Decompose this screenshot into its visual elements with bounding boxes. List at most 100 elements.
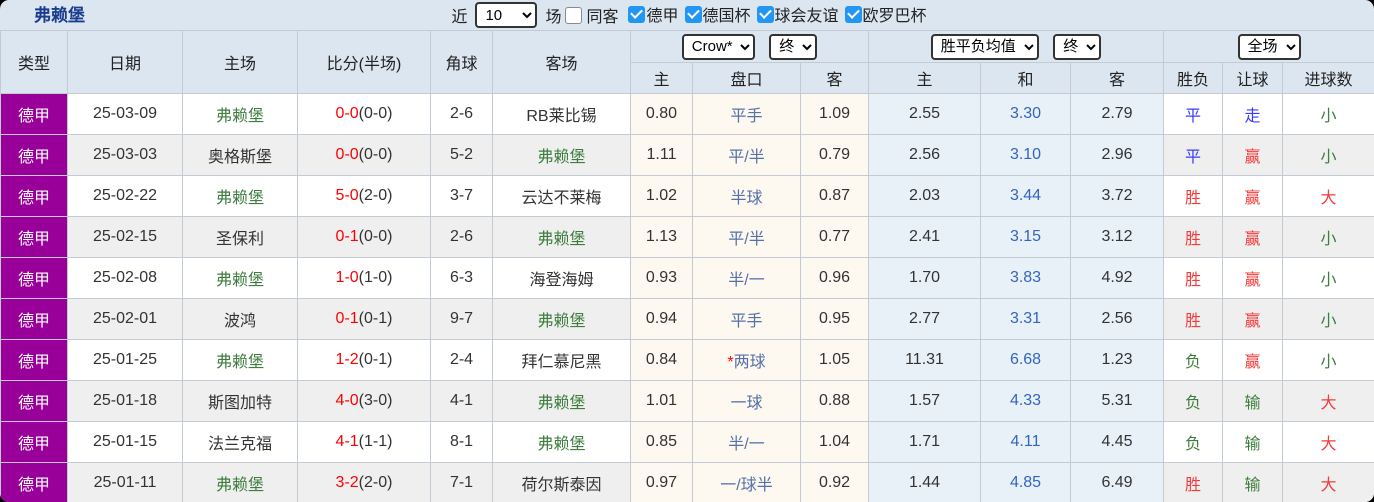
handicap-odds-home: 0.94 — [630, 298, 693, 340]
match-date: 25-02-15 — [67, 216, 183, 258]
table-row: 德甲 25-02-01 波鸿 0-1(0-1) 9-7 弗赖堡 0.94 平手 … — [0, 298, 1374, 340]
home-team[interactable]: 弗赖堡 — [182, 93, 298, 135]
same-away-checkbox[interactable] — [565, 6, 583, 24]
table-row: 德甲 25-02-08 弗赖堡 1-0(1-0) 6-3 海登海姆 0.93 半… — [0, 257, 1374, 299]
handicap-odds-home: 0.97 — [630, 462, 693, 502]
handicap-result: 走 — [1222, 93, 1284, 135]
win-loss-result: 负 — [1163, 380, 1224, 422]
win-loss-result: 胜 — [1163, 298, 1224, 340]
handicap-result: 赢 — [1222, 298, 1284, 340]
match-date: 25-03-03 — [67, 134, 183, 176]
match-date: 25-01-18 — [67, 380, 183, 422]
col-header-type: 类型 — [0, 30, 68, 94]
avg-draw-odds: 4.11 — [980, 421, 1072, 463]
corner-count: 3-7 — [430, 175, 493, 217]
col-header-home: 主场 — [182, 30, 298, 94]
page-title: 弗赖堡 — [34, 6, 85, 25]
away-team[interactable]: 云达不莱梅 — [492, 175, 631, 217]
table-header: 类型 日期 主场 比分(半场) 角球 客场 Crow* 终 胜平负均值 终 全场 — [0, 30, 1374, 94]
home-team[interactable]: 法兰克福 — [182, 421, 298, 463]
corner-count: 6-3 — [430, 257, 493, 299]
handicap-odds-home: 0.84 — [630, 339, 693, 381]
handicap-odds-away: 0.77 — [799, 216, 870, 258]
avg-draw-odds: 4.33 — [980, 380, 1072, 422]
avg-group-header: 胜平负均值 终 — [868, 30, 1165, 63]
handicap-result: 输 — [1222, 421, 1284, 463]
away-team[interactable]: 海登海姆 — [492, 257, 631, 299]
home-team[interactable]: 弗赖堡 — [182, 175, 298, 217]
handicap-odds-away: 1.05 — [799, 339, 870, 381]
win-loss-result: 胜 — [1163, 462, 1224, 502]
away-team[interactable]: 弗赖堡 — [492, 298, 631, 340]
away-team[interactable]: 弗赖堡 — [492, 216, 631, 258]
col-header-avg-home: 主 — [868, 62, 982, 94]
league-checkbox[interactable] — [756, 5, 774, 23]
league-type-badge: 德甲 — [0, 298, 68, 340]
league-type-badge: 德甲 — [0, 421, 68, 463]
freiburg-stats-panel: 弗赖堡 近 10 场 同客 德甲 德国杯 球会友谊 欧罗巴杯 类型 日期 主场 比分(… — [0, 0, 1374, 502]
avg-time-select[interactable]: 终 — [1053, 33, 1102, 60]
handicap-result: 赢 — [1222, 339, 1284, 381]
col-header-corner: 角球 — [430, 30, 493, 94]
col-header-let: 让球 — [1222, 62, 1284, 94]
goals-result: 小 — [1282, 257, 1374, 299]
goals-result: 小 — [1282, 298, 1374, 340]
win-loss-result: 平 — [1163, 134, 1224, 176]
odds-time-select[interactable]: 终 — [769, 33, 818, 60]
league-checkbox[interactable] — [844, 5, 862, 23]
goals-result: 大 — [1282, 421, 1374, 463]
score-cell: 5-0(2-0) — [297, 175, 431, 217]
filter-controls: 近 10 场 同客 德甲 德国杯 球会友谊 欧罗巴杯 — [447, 2, 927, 28]
near-label: 近 — [451, 9, 468, 26]
col-header-date: 日期 — [67, 30, 183, 94]
handicap-odds-home: 0.93 — [630, 257, 693, 299]
corner-count: 2-6 — [430, 93, 493, 135]
handicap-line: 一球 — [692, 380, 801, 422]
handicap-result: 输 — [1222, 462, 1284, 502]
home-team[interactable]: 圣保利 — [182, 216, 298, 258]
away-team[interactable]: 荷尔斯泰因 — [492, 462, 631, 502]
away-team[interactable]: 弗赖堡 — [492, 380, 631, 422]
handicap-line: 平/半 — [692, 134, 801, 176]
col-header-avg-away: 客 — [1070, 62, 1165, 94]
avg-away-odds: 6.49 — [1070, 462, 1165, 502]
table-row: 德甲 25-01-25 弗赖堡 1-2(0-1) 2-4 拜仁慕尼黑 0.84 … — [0, 339, 1374, 381]
league-checkbox[interactable] — [684, 5, 702, 23]
col-header-away: 客场 — [492, 30, 631, 94]
home-team[interactable]: 弗赖堡 — [182, 462, 298, 502]
col-header-goals: 进球数 — [1282, 62, 1374, 94]
goals-result: 大 — [1282, 462, 1374, 502]
home-team[interactable]: 斯图加特 — [182, 380, 298, 422]
away-team[interactable]: RB莱比锡 — [492, 93, 631, 135]
bookmaker-select[interactable]: Crow* — [681, 33, 755, 60]
handicap-odds-away: 0.95 — [799, 298, 870, 340]
away-team[interactable]: 弗赖堡 — [492, 421, 631, 463]
avg-away-odds: 4.92 — [1070, 257, 1165, 299]
away-team[interactable]: 拜仁慕尼黑 — [492, 339, 631, 381]
league-label: 德国杯 — [702, 8, 751, 26]
avg-draw-odds: 3.31 — [980, 298, 1072, 340]
avg-type-select[interactable]: 胜平负均值 — [930, 33, 1039, 60]
avg-away-odds: 2.56 — [1070, 298, 1165, 340]
home-team[interactable]: 波鸿 — [182, 298, 298, 340]
league-type-badge: 德甲 — [0, 380, 68, 422]
match-history-table: 类型 日期 主场 比分(半场) 角球 客场 Crow* 终 胜平负均值 终 全场 — [0, 30, 1374, 502]
scope-select[interactable]: 全场 — [1237, 33, 1301, 60]
score-cell: 4-1(1-1) — [297, 421, 431, 463]
home-team[interactable]: 弗赖堡 — [182, 257, 298, 299]
corner-count: 2-4 — [430, 339, 493, 381]
col-header-score: 比分(半场) — [297, 30, 431, 94]
win-loss-result: 胜 — [1163, 175, 1224, 217]
handicap-odds-home: 1.13 — [630, 216, 693, 258]
table-row: 德甲 25-01-11 弗赖堡 3-2(2-0) 7-1 荷尔斯泰因 0.97 … — [0, 462, 1374, 502]
avg-home-odds: 2.77 — [868, 298, 982, 340]
league-type-badge: 德甲 — [0, 175, 68, 217]
league-checkbox[interactable] — [628, 5, 646, 23]
home-team[interactable]: 奥格斯堡 — [182, 134, 298, 176]
recent-games-select[interactable]: 10 — [475, 2, 538, 28]
goals-result: 小 — [1282, 93, 1374, 135]
home-team[interactable]: 弗赖堡 — [182, 339, 298, 381]
goals-result: 大 — [1282, 380, 1374, 422]
away-team[interactable]: 弗赖堡 — [492, 134, 631, 176]
league-type-badge: 德甲 — [0, 462, 68, 502]
